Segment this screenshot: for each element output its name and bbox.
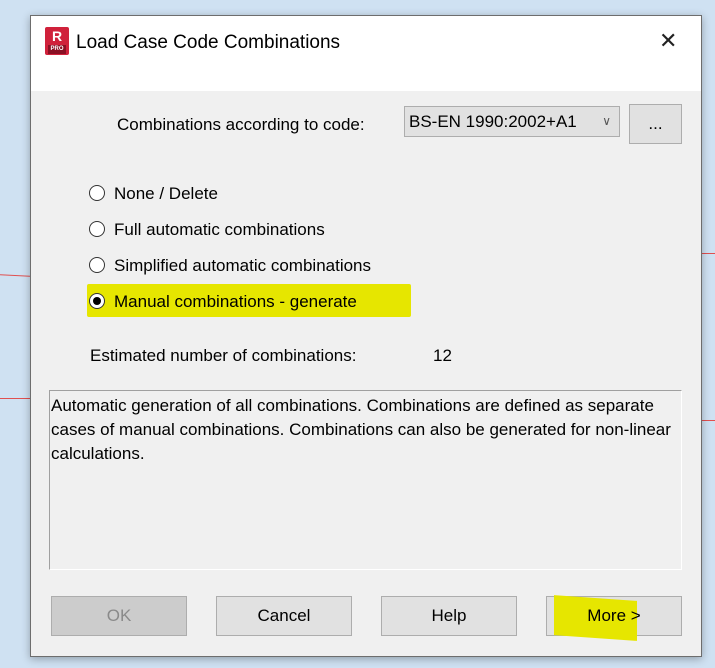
cancel-button[interactable]: Cancel [216,596,352,636]
estimate-value: 12 [433,346,452,365]
chevron-down-icon: ∨ [602,114,611,128]
ok-button[interactable]: OK [51,596,187,636]
app-logo-icon: R PRO [45,27,69,55]
radio-simplified-automatic[interactable] [89,257,105,273]
radio-full-automatic[interactable] [89,221,105,237]
description-text: Automatic generation of all combinations… [49,390,682,570]
load-case-code-combinations-dialog: R PRO Load Case Code Combinations ✕ Combi… [30,15,702,657]
code-select[interactable]: BS-EN 1990:2002+A1 ∨ [404,106,620,137]
background-line [700,253,715,254]
option-label[interactable]: None / Delete [114,184,218,204]
help-button[interactable]: Help [381,596,517,636]
option-label[interactable]: Simplified automatic combinations [114,256,371,276]
option-label[interactable]: Manual combinations - generate [114,292,357,312]
more-button-label: More > [587,606,641,625]
background-line [0,274,31,277]
close-icon[interactable]: ✕ [659,28,677,54]
browse-code-button[interactable]: ... [629,104,682,144]
logo-letter: R [51,28,63,44]
radio-none-delete[interactable] [89,185,105,201]
logo-badge: PRO [48,45,66,54]
code-label: Combinations according to code: [117,115,365,134]
option-label[interactable]: Full automatic combinations [114,220,325,240]
background-line [0,398,30,399]
radio-manual-generate[interactable] [89,293,105,309]
more-button[interactable]: More > [546,595,682,641]
title-bar: R PRO Load Case Code Combinations ✕ [31,16,701,91]
background-line [700,420,715,421]
code-select-value: BS-EN 1990:2002+A1 [409,112,577,131]
window-title: Load Case Code Combinations [76,32,341,53]
estimate-label: Estimated number of combinations: [90,346,357,365]
